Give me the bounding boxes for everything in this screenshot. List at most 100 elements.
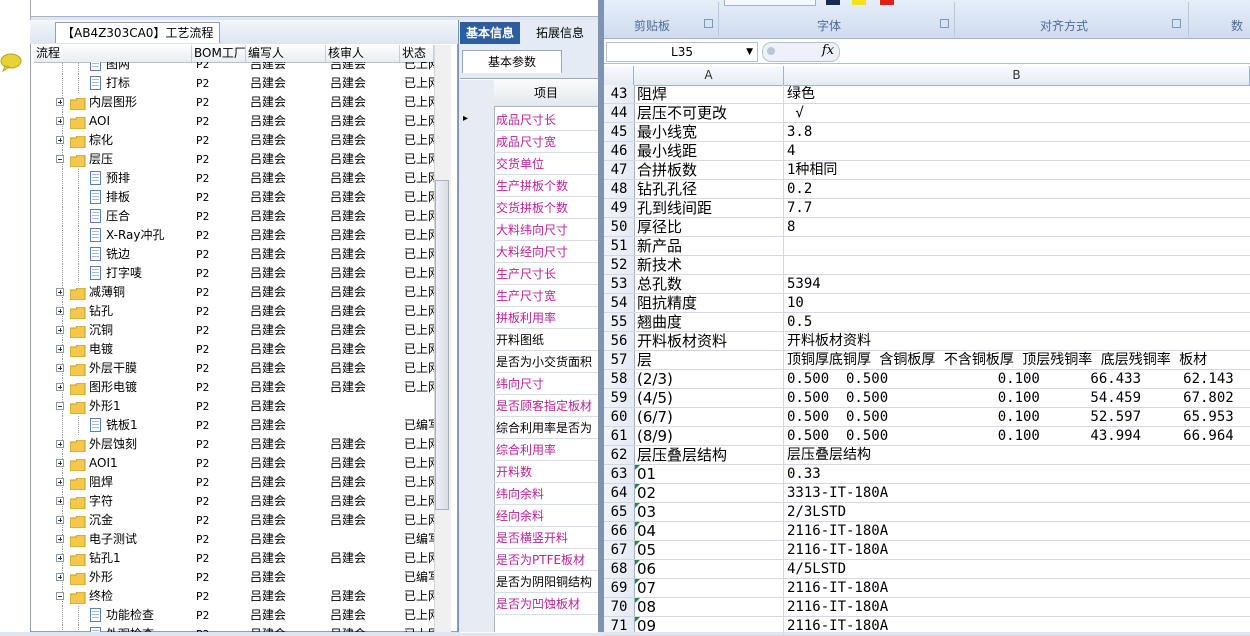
cell-a[interactable]: 最小线距 — [635, 142, 784, 161]
tree-row[interactable]: 层压 P2 吕建会 吕建会 已上网 — [34, 150, 434, 169]
expand-plus-icon[interactable] — [56, 573, 64, 581]
tree-row[interactable]: 棕化 P2 吕建会 吕建会 已上网 — [34, 131, 434, 150]
cell-a[interactable]: (8/9) — [635, 427, 784, 446]
expand-plus-icon[interactable] — [56, 516, 64, 524]
tab-basic-info[interactable]: 基本信息 — [460, 22, 521, 44]
cell-b[interactable]: 8 — [785, 218, 1250, 237]
row-number[interactable]: 71 — [604, 617, 634, 636]
cell-a[interactable]: 阻抗精度 — [635, 294, 784, 313]
cell-b[interactable]: 4/5LSTD — [785, 560, 1250, 579]
column-header-b[interactable]: B — [784, 66, 1250, 85]
cell-b[interactable]: 2116-IT-180A — [785, 617, 1250, 636]
param-row[interactable]: 生产拼板个数 — [494, 175, 598, 197]
cell-b[interactable]: 5394 — [785, 275, 1250, 294]
col-header-flow[interactable]: 流程 — [34, 45, 192, 62]
cell-a[interactable]: 08 — [635, 598, 784, 617]
tree-row[interactable]: AOI1 P2 吕建会 吕建会 已上网 — [34, 454, 434, 473]
param-row[interactable]: 大料纬向尺寸 — [494, 219, 598, 241]
cell-b[interactable]: 0.500 0.500 0.100 54.459 67.802 IT — [785, 389, 1250, 408]
expand-plus-icon[interactable] — [56, 554, 64, 562]
tree-row[interactable]: 铣板1P2吕建会已编写 — [34, 416, 434, 435]
cell-b[interactable]: 2/3LSTD — [785, 503, 1250, 522]
expand-plus-icon[interactable] — [56, 345, 64, 353]
cell-a[interactable]: 新产品 — [635, 237, 784, 256]
tree-row[interactable]: 钻孔 P2 吕建会 吕建会 已上网 — [34, 302, 434, 321]
tree-row[interactable]: 压合P2吕建会吕建会已上网 — [34, 207, 434, 226]
collapse-minus-icon[interactable] — [56, 402, 64, 410]
tab-process-flow[interactable]: 【AB4Z303CA0】工艺流程 — [55, 22, 221, 43]
cell-b[interactable]: 3313-IT-180A — [785, 484, 1250, 503]
tree-row[interactable]: 字符 P2 吕建会 吕建会 已上网 — [34, 492, 434, 511]
row-number[interactable]: 46 — [604, 142, 634, 161]
cell-a[interactable]: 02 — [635, 484, 784, 503]
param-row[interactable]: 是否横竖开料 — [494, 527, 598, 549]
grid-header-item[interactable]: 项目 — [494, 80, 598, 107]
col-header-reviewer[interactable]: 核审人 — [326, 45, 400, 62]
cell-b[interactable]: 4 — [785, 142, 1250, 161]
cell-a[interactable]: 钻孔孔径 — [635, 180, 784, 199]
subtab-basic-params[interactable]: 基本参数 — [462, 50, 562, 73]
row-number[interactable]: 49 — [604, 199, 634, 218]
cell-b[interactable]: 0.500 0.500 0.100 66.433 62.143 IT — [785, 370, 1250, 389]
cell-a[interactable]: 05 — [635, 541, 784, 560]
cell-a[interactable]: 合拼板数 — [635, 161, 784, 180]
param-row[interactable]: 生产尺寸长 — [494, 263, 598, 285]
tree-row[interactable]: 外层蚀刻 P2 吕建会 吕建会 已上网 — [34, 435, 434, 454]
row-number[interactable]: 66 — [604, 522, 634, 541]
cell-b[interactable]: 0.5 — [785, 313, 1250, 332]
error-indicator-icon[interactable] — [635, 598, 640, 603]
expand-plus-icon[interactable] — [56, 459, 64, 467]
cell-b[interactable]: 10 — [785, 294, 1250, 313]
param-row[interactable]: 交货拼板个数 — [494, 197, 598, 219]
expand-plus-icon[interactable] — [56, 383, 64, 391]
error-indicator-icon[interactable] — [635, 484, 640, 489]
cell-b[interactable]: 2116-IT-180A — [785, 579, 1250, 598]
tree-row[interactable]: 排板P2吕建会吕建会已上网 — [34, 188, 434, 207]
tree-row[interactable]: 电镀 P2 吕建会 吕建会 已上网 — [34, 340, 434, 359]
row-number[interactable]: 59 — [604, 389, 634, 408]
error-indicator-icon[interactable] — [635, 503, 640, 508]
param-row[interactable]: 成品尺寸长 — [494, 109, 598, 131]
error-indicator-icon[interactable] — [635, 522, 640, 527]
cell-b[interactable]: 3.8 — [785, 123, 1250, 142]
cell-b[interactable]: 2116-IT-180A — [785, 598, 1250, 617]
expand-plus-icon[interactable] — [56, 288, 64, 296]
row-number[interactable]: 65 — [604, 503, 634, 522]
row-number[interactable]: 67 — [604, 541, 634, 560]
row-number[interactable]: 64 — [604, 484, 634, 503]
param-row[interactable]: 是否为凹蚀板材 — [494, 593, 598, 615]
cell-b[interactable] — [785, 237, 1250, 256]
col-header-bom[interactable]: BOM工厂 — [192, 45, 246, 62]
cell-b[interactable]: 2116-IT-180A — [785, 541, 1250, 560]
highlight-color-icon[interactable] — [852, 0, 866, 5]
tree-row[interactable]: 阻焊 P2 吕建会 吕建会 已上网 — [34, 473, 434, 492]
name-box[interactable]: L35 ▼ — [606, 42, 758, 62]
clipboard-launcher-icon[interactable] — [704, 19, 713, 28]
cell-a[interactable]: 翘曲度 — [635, 313, 784, 332]
col-header-status[interactable]: 状态 — [400, 45, 434, 62]
cell-a[interactable]: 03 — [635, 503, 784, 522]
cell-a[interactable]: 层压叠层结构 — [635, 446, 784, 465]
collapse-minus-icon[interactable] — [56, 155, 64, 163]
font-color-icon[interactable] — [880, 0, 894, 5]
cell-b[interactable]: 0.2 — [785, 180, 1250, 199]
param-row[interactable]: 经向余料 — [494, 505, 598, 527]
param-row[interactable]: 是否为小交货面积 — [494, 351, 598, 373]
column-header-a[interactable]: A — [634, 66, 784, 85]
param-row[interactable]: 开料图纸 — [494, 329, 598, 351]
expand-dot-icon[interactable] — [767, 47, 775, 55]
cell-a[interactable]: 孔到线间距 — [635, 199, 784, 218]
cell-b[interactable]: 顶铜厚底铜厚 含铜板厚 不含铜板厚 顶层残铜率 底层残铜率 板材 — [785, 351, 1250, 370]
tree-row[interactable]: 功能检查P2吕建会吕建会已上网 — [34, 606, 434, 625]
error-indicator-icon[interactable] — [635, 617, 640, 622]
cell-a[interactable]: 层压不可更改 — [635, 104, 784, 123]
tree-row[interactable]: 内层图形 P2 吕建会 吕建会 已上网 — [34, 93, 434, 112]
param-row[interactable]: 生产尺寸宽 — [494, 285, 598, 307]
tree-scrollbar-thumb[interactable] — [435, 180, 449, 510]
cell-a[interactable]: 04 — [635, 522, 784, 541]
cell-a[interactable]: 阻焊 — [635, 85, 784, 104]
row-number[interactable]: 53 — [604, 275, 634, 294]
row-number[interactable]: 62 — [604, 446, 634, 465]
tree-row[interactable]: 钻孔1 P2 吕建会 吕建会 已上网 — [34, 549, 434, 568]
tree-row[interactable]: 减薄铜 P2 吕建会 吕建会 已上网 — [34, 283, 434, 302]
